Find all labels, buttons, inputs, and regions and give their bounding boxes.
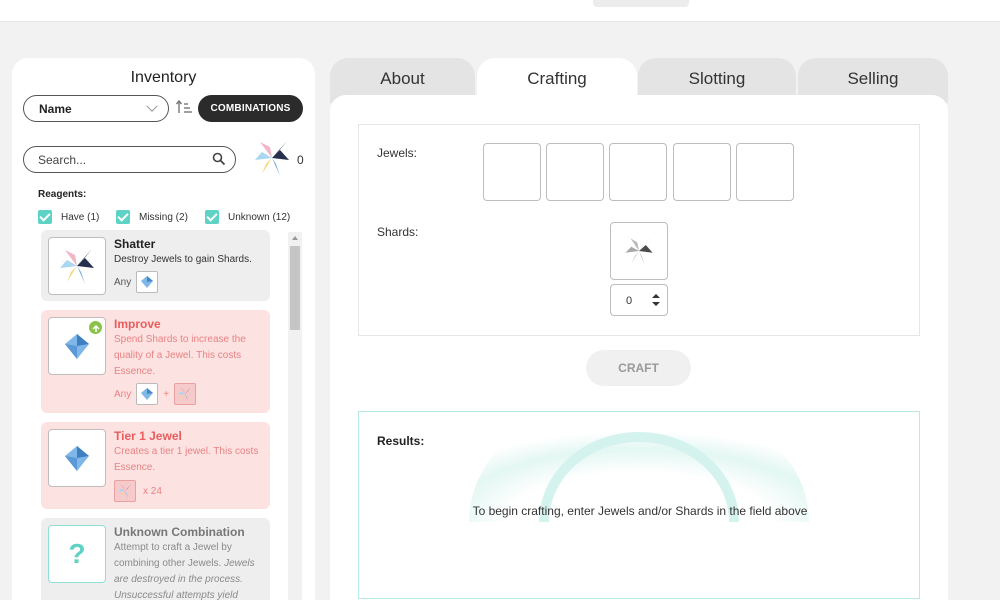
shard-quantity-stepper[interactable]: 0 [610, 284, 668, 316]
crafting-panel: Jewels: Shards: 0 CRAFT Results: To begi… [330, 95, 948, 600]
jewel-slot-1[interactable] [483, 143, 541, 201]
requirement-jewel [136, 383, 159, 405]
recipe-card-tier1-jewel[interactable]: Tier 1 Jewel Creates a tier 1 jewel. Thi… [41, 422, 270, 509]
requirement-quantity: x 24 [143, 485, 162, 497]
filter-missing[interactable]: Missing (2) [116, 209, 188, 225]
sort-icon[interactable] [176, 100, 192, 114]
shard-icon [118, 484, 131, 499]
recipe-description: Destroy Jewels to gain Shards. [114, 254, 252, 265]
combinations-button[interactable]: COMBINATIONS [198, 95, 303, 122]
jewel-slot-4[interactable] [673, 143, 731, 201]
sort-select[interactable]: Name [23, 95, 169, 122]
recipe-title: Improve [114, 317, 161, 331]
craft-button[interactable]: CRAFT [586, 350, 691, 386]
shard-quantity-value: 0 [626, 295, 633, 307]
stepper-arrows-icon[interactable] [652, 294, 660, 306]
jewel-slot-5[interactable] [736, 143, 794, 201]
recipe-thumb [48, 317, 106, 375]
filter-have[interactable]: Have (1) [38, 209, 99, 225]
scrollbar-thumb[interactable] [290, 246, 300, 330]
results-box: Results: To begin crafting, enter Jewels… [358, 411, 920, 599]
jewel-slot-3[interactable] [609, 143, 667, 201]
recipe-list-scrollbar[interactable] [288, 232, 302, 600]
requirement-shard [174, 383, 197, 405]
tab-crafting[interactable]: Crafting [477, 58, 637, 103]
recipe-requirements: Any [114, 271, 159, 293]
requirement-any-label: Any [114, 276, 132, 288]
requirement-shard [114, 480, 136, 502]
search-icon[interactable] [212, 152, 226, 166]
requirement-any-label: Any [114, 388, 132, 400]
requirement-jewel [136, 271, 159, 293]
shard-icon [254, 141, 289, 176]
recipe-requirements: Any + [114, 383, 197, 405]
recipe-description: Attempt to craft a Jewel by combining ot… [114, 540, 262, 600]
question-icon: ? [68, 538, 86, 569]
jewel-icon [65, 446, 89, 471]
results-label: Results: [377, 434, 425, 448]
shard-icon [178, 387, 192, 402]
requirement-plus: + [163, 388, 170, 400]
shards-label: Shards: [377, 225, 419, 239]
reagents-label: Reagents: [38, 189, 87, 200]
inventory-title: Inventory [130, 69, 197, 86]
checkbox-have[interactable] [38, 210, 52, 224]
recipe-title: Tier 1 Jewel [114, 429, 182, 443]
shard-icon [625, 237, 653, 266]
shard-slot[interactable] [610, 222, 668, 280]
results-message: To begin crafting, enter Jewels and/or S… [472, 504, 808, 518]
sort-select-value: Name [39, 102, 72, 116]
recipe-description: Spend Shards to increase the quality of … [114, 334, 246, 377]
recipe-thumb [48, 429, 106, 487]
jewel-icon [65, 334, 89, 359]
jewel-icon [141, 276, 154, 288]
inventory-panel: Inventory Name COMBINATIONS Search... 0 … [12, 58, 315, 600]
crafting-input-box: Jewels: Shards: 0 [358, 124, 920, 336]
jewels-label: Jewels: [377, 146, 418, 160]
recipe-list: Shatter Destroy Jewels to gain Shards. A… [41, 230, 271, 600]
recipe-thumb: ? [48, 525, 106, 583]
shard-count: 0 [297, 153, 304, 167]
recipe-card-improve[interactable]: Improve Spend Shards to increase the qua… [41, 310, 270, 413]
recipe-card-unknown[interactable]: ? Unknown Combination Attempt to craft a… [41, 518, 270, 600]
top-bar [0, 0, 1000, 22]
search-input[interactable]: Search... [23, 146, 236, 173]
jewel-slot-2[interactable] [546, 143, 604, 201]
recipe-description: Creates a tier 1 jewel. This costs Essen… [114, 446, 259, 473]
checkbox-unknown[interactable] [205, 210, 219, 224]
filter-missing-label: Missing (2) [139, 211, 188, 223]
jewel-icon [141, 388, 154, 400]
recipe-thumb [48, 237, 106, 295]
filter-unknown[interactable]: Unknown (12) [205, 209, 290, 225]
chevron-down-icon [146, 100, 158, 112]
top-bar-tab-stub [593, 0, 689, 7]
checkbox-missing[interactable] [116, 210, 130, 224]
shard-icon [59, 249, 94, 284]
recipe-requirements: x 24 [114, 480, 162, 502]
scroll-up-arrow-icon[interactable] [292, 236, 298, 240]
filter-have-label: Have (1) [61, 211, 100, 223]
filter-unknown-label: Unknown (12) [228, 211, 291, 223]
recipe-title: Shatter [114, 237, 156, 251]
recipe-card-shatter[interactable]: Shatter Destroy Jewels to gain Shards. A… [41, 230, 270, 301]
search-placeholder: Search... [38, 153, 87, 167]
recipe-description-plain: Attempt to craft a Jewel by combining ot… [114, 542, 232, 569]
recipe-title: Unknown Combination [114, 525, 245, 539]
upgrade-badge-icon [89, 321, 102, 334]
